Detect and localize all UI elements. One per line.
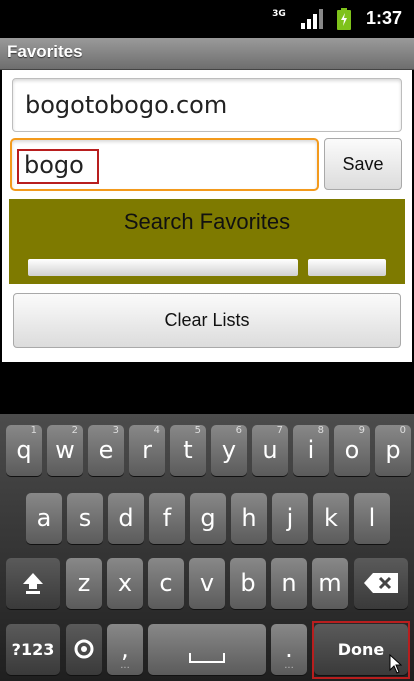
key-h[interactable]: h <box>231 493 267 544</box>
search-input-value: bogo <box>24 151 84 179</box>
status-bar: 3G 1:37 <box>0 0 414 38</box>
space-bar[interactable] <box>148 624 266 675</box>
url-input[interactable]: bogotobogo.com <box>12 78 402 132</box>
key-label: y <box>221 436 237 464</box>
key-c[interactable]: c <box>148 558 184 609</box>
key-b[interactable]: b <box>230 558 266 609</box>
key-f[interactable]: f <box>149 493 185 544</box>
key-m[interactable]: m <box>312 558 348 609</box>
mouse-pointer-icon <box>389 654 403 674</box>
key-alt-number: 8 <box>317 425 324 436</box>
symbols-key-label: ?123 <box>11 640 55 659</box>
key-v[interactable]: v <box>189 558 225 609</box>
key-label: d <box>118 504 134 532</box>
key-r[interactable]: 4r <box>129 425 165 476</box>
key-label: g <box>200 504 216 532</box>
key-label: b <box>240 569 256 597</box>
key-label: c <box>159 569 173 597</box>
backspace-icon <box>364 573 398 593</box>
key-alt-number: 0 <box>399 425 406 436</box>
key-alt-number: 9 <box>358 425 365 436</box>
key-label: f <box>162 504 172 532</box>
key-g[interactable]: g <box>190 493 226 544</box>
key-alt-number: 7 <box>276 425 283 436</box>
key-o[interactable]: 9o <box>334 425 370 476</box>
key-w[interactable]: 2w <box>47 425 83 476</box>
key-label: . <box>285 635 293 663</box>
key-label: w <box>55 436 75 464</box>
key-q[interactable]: 1q <box>6 425 42 476</box>
key-label: z <box>77 569 91 597</box>
key-label: i <box>307 436 315 464</box>
key-label: u <box>262 436 278 464</box>
key-label: t <box>183 436 193 464</box>
key-label: p <box>385 436 401 464</box>
favorites-list-strip[interactable] <box>28 259 298 276</box>
key-a[interactable]: a <box>26 493 62 544</box>
key-k[interactable]: k <box>313 493 349 544</box>
key-label: , <box>121 635 129 663</box>
url-input-value: bogotobogo.com <box>25 91 228 119</box>
battery-charging-icon <box>337 8 351 30</box>
key-label: m <box>318 569 342 597</box>
key-t[interactable]: 5t <box>170 425 206 476</box>
key-label: o <box>344 436 360 464</box>
more-chars-indicator: ... <box>284 660 294 671</box>
search-favorites-label: Search Favorites <box>123 209 291 234</box>
signal-strength-icon <box>301 9 323 29</box>
key-s[interactable]: s <box>67 493 103 544</box>
key-alt-number: 5 <box>194 425 201 436</box>
key-label: x <box>117 569 133 597</box>
network-type-icon: 3G <box>272 9 286 19</box>
key-l[interactable]: l <box>354 493 390 544</box>
space-icon <box>189 653 225 663</box>
app-title: Favorites <box>7 42 83 61</box>
clear-lists-button[interactable]: Clear Lists <box>13 293 401 348</box>
key-label: s <box>78 504 92 532</box>
backspace-key[interactable] <box>354 558 408 609</box>
title-bar: Favorites <box>0 38 414 70</box>
key-label: a <box>36 504 52 532</box>
key-label: k <box>324 504 338 532</box>
main-content: bogotobogo.com bogo Save Search Favorite… <box>2 70 412 362</box>
comma-key[interactable]: ,... <box>107 624 143 675</box>
shift-key[interactable] <box>6 558 60 609</box>
key-i[interactable]: 8i <box>293 425 329 476</box>
key-p[interactable]: 0p <box>375 425 411 476</box>
favorites-list-strip-secondary[interactable] <box>308 259 386 276</box>
shift-arrow-icon <box>23 573 43 594</box>
key-z[interactable]: z <box>66 558 102 609</box>
key-n[interactable]: n <box>271 558 307 609</box>
key-label: h <box>241 504 257 532</box>
key-label: v <box>199 569 215 597</box>
symbols-key[interactable]: ?123 <box>6 624 60 675</box>
key-alt-number: 4 <box>153 425 160 436</box>
key-alt-number: 1 <box>30 425 37 436</box>
key-label: r <box>142 436 152 464</box>
clock: 1:37 <box>366 8 403 28</box>
settings-icon <box>74 639 94 659</box>
key-j[interactable]: j <box>272 493 308 544</box>
key-x[interactable]: x <box>107 558 143 609</box>
period-key[interactable]: .... <box>271 624 307 675</box>
search-favorites-button[interactable]: Search Favorites <box>9 199 405 284</box>
key-alt-number: 2 <box>71 425 78 436</box>
key-y[interactable]: 6y <box>211 425 247 476</box>
key-alt-number: 3 <box>112 425 119 436</box>
key-label: e <box>98 436 114 464</box>
key-label: j <box>286 504 294 532</box>
save-button[interactable]: Save <box>324 138 402 190</box>
key-u[interactable]: 7u <box>252 425 288 476</box>
search-input[interactable]: bogo <box>10 138 319 191</box>
key-e[interactable]: 3e <box>88 425 124 476</box>
key-label: l <box>368 504 376 532</box>
more-chars-indicator: ... <box>120 660 130 671</box>
key-d[interactable]: d <box>108 493 144 544</box>
key-label: q <box>16 436 32 464</box>
settings-key[interactable] <box>66 624 102 675</box>
key-label: n <box>281 569 297 597</box>
key-alt-number: 6 <box>235 425 242 436</box>
